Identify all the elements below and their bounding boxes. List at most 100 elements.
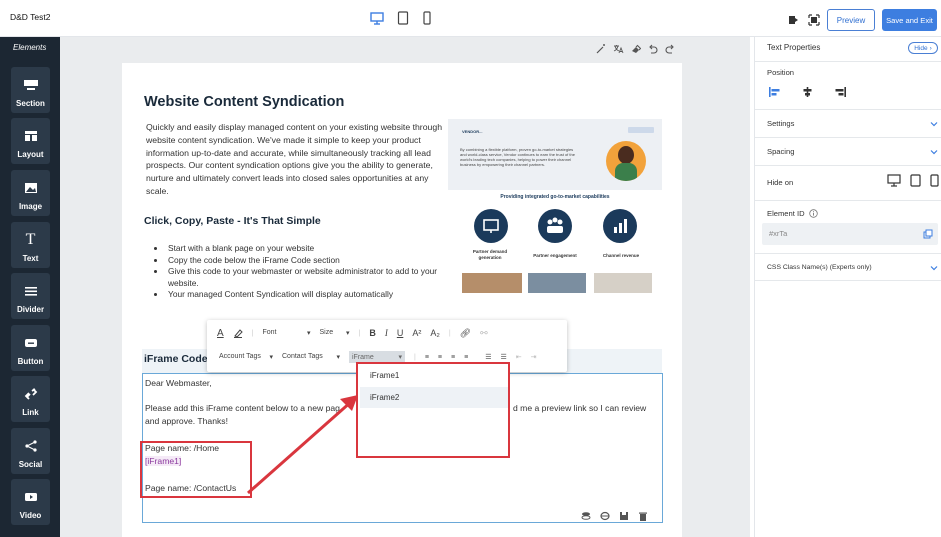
tablet-checkbox-icon[interactable] xyxy=(910,174,921,187)
chevron-down-icon xyxy=(930,150,938,155)
promo-image: VENDOR... By combining a flexible platfo… xyxy=(448,119,662,293)
link-icon xyxy=(23,387,39,401)
divider-icon xyxy=(23,284,39,298)
preview-button[interactable]: Preview xyxy=(827,9,875,31)
copy-icon[interactable] xyxy=(923,229,933,239)
info-icon[interactable] xyxy=(808,209,818,218)
chevron-down-icon: ▾ xyxy=(306,330,311,337)
demand-gen-icon xyxy=(474,209,508,243)
promo-person-photo xyxy=(606,141,646,181)
iframe-heading: iFrame Code xyxy=(144,353,208,365)
element-image-label: Image xyxy=(18,202,43,211)
indent-icon[interactable]: ⇥ xyxy=(531,353,537,361)
element-layout[interactable]: Layout xyxy=(11,118,50,164)
engagement-icon xyxy=(538,209,572,243)
unlink-icon[interactable]: ⚯ xyxy=(480,328,488,339)
document-title: D&D Test2 xyxy=(10,12,51,22)
divider xyxy=(755,200,941,201)
element-layout-label: Layout xyxy=(17,150,44,159)
dropdown-option-iframe2[interactable]: iFrame2 xyxy=(360,387,508,408)
promo-photo xyxy=(528,273,586,293)
element-section[interactable]: Section xyxy=(11,67,50,113)
list-item: Give this code to your webmaster or webs… xyxy=(166,266,446,289)
desktop-view-icon[interactable] xyxy=(370,11,384,25)
intro-paragraph: Quickly and easily display managed conte… xyxy=(146,122,443,196)
highlight-box xyxy=(140,441,252,498)
desktop-checkbox-icon[interactable] xyxy=(887,174,901,187)
italic-icon[interactable]: I xyxy=(385,328,388,338)
promo-photo xyxy=(594,273,652,293)
element-divider[interactable]: Divider xyxy=(11,273,50,319)
element-divider-label: Divider xyxy=(16,305,45,314)
font-color-icon[interactable]: A xyxy=(217,328,224,339)
eraser-icon[interactable] xyxy=(631,44,641,54)
superscript-icon[interactable]: A² xyxy=(412,328,421,338)
hide-panel-button[interactable]: Hide › xyxy=(908,42,938,54)
chevron-down-icon: ▾ xyxy=(398,354,402,361)
tablet-view-icon[interactable] xyxy=(396,11,410,25)
align-center-icon[interactable] xyxy=(802,87,813,97)
align-right-icon[interactable]: ≡ xyxy=(451,354,455,361)
element-link[interactable]: Link xyxy=(11,376,50,422)
spacing-label: Spacing xyxy=(767,147,795,156)
stack-icon[interactable] xyxy=(581,511,591,521)
element-image[interactable]: Image xyxy=(11,170,50,216)
account-tags-select[interactable]: Account Tags ▾ xyxy=(219,353,273,361)
element-id-row: Element ID xyxy=(767,209,818,218)
element-video-label: Video xyxy=(19,511,42,520)
css-class-label: CSS Class Name(s) (Experts only) xyxy=(767,264,872,271)
element-button[interactable]: Button xyxy=(11,325,50,371)
align-right-icon[interactable] xyxy=(835,87,846,97)
capability-label: Channel revenue xyxy=(602,253,640,258)
layers-icon[interactable] xyxy=(787,13,799,25)
css-class-section[interactable]: CSS Class Name(s) (Experts only) xyxy=(755,254,941,280)
bold-icon[interactable]: B xyxy=(369,328,376,338)
mobile-view-icon[interactable] xyxy=(420,11,434,25)
position-label: Position xyxy=(767,68,795,77)
toolbar-divider: | xyxy=(448,329,451,337)
element-text[interactable]: T Text xyxy=(11,222,50,268)
align-left-icon[interactable]: ≡ xyxy=(425,354,429,361)
align-left-icon[interactable] xyxy=(769,87,780,97)
revenue-chart-icon xyxy=(603,209,637,243)
highlight-icon[interactable] xyxy=(233,328,243,338)
divider xyxy=(755,165,941,166)
numbered-list-icon[interactable]: ☰ xyxy=(500,353,506,361)
size-select[interactable]: Size ▾ xyxy=(320,329,350,337)
save-and-exit-button[interactable]: Save and Exit xyxy=(882,9,937,31)
promo-cta xyxy=(628,127,654,133)
bulleted-list-icon[interactable]: ☰ xyxy=(485,353,491,361)
element-social[interactable]: Social xyxy=(11,428,50,474)
settings-section[interactable]: Settings xyxy=(755,110,941,137)
translate-icon[interactable] xyxy=(613,44,624,54)
outdent-icon[interactable]: ⇤ xyxy=(516,353,522,361)
element-id-field[interactable]: #xrTa xyxy=(762,223,938,245)
dropdown-option-iframe1[interactable]: iFrame1 xyxy=(360,365,508,386)
fullscreen-icon[interactable] xyxy=(808,13,820,26)
promo-photo xyxy=(462,273,522,293)
top-bar xyxy=(0,0,941,37)
spacing-section[interactable]: Spacing xyxy=(755,138,941,165)
canvas-actions xyxy=(596,43,676,55)
editor-greeting: Dear Webmaster, xyxy=(145,378,212,388)
save-block-icon[interactable] xyxy=(619,511,629,521)
toolbar-divider: | xyxy=(358,329,361,337)
link-icon[interactable]: 🔗︎ xyxy=(460,328,471,339)
list-item: Copy the code below the iFrame Code sect… xyxy=(166,255,446,267)
magic-wand-icon[interactable] xyxy=(596,44,606,54)
size-select-label: Size xyxy=(319,329,334,336)
toolbar-divider: | xyxy=(414,353,416,361)
video-icon xyxy=(23,490,39,504)
font-select[interactable]: Font ▾ xyxy=(263,329,311,337)
align-center-icon[interactable]: ≡ xyxy=(438,354,442,361)
mobile-checkbox-icon[interactable] xyxy=(930,174,939,187)
copy-icon[interactable] xyxy=(600,511,610,521)
align-justify-icon[interactable]: ≡ xyxy=(464,354,468,361)
undo-icon[interactable] xyxy=(648,44,658,54)
subscript-icon[interactable]: A₂ xyxy=(430,328,440,338)
redo-icon[interactable] xyxy=(665,44,675,54)
contact-tags-select[interactable]: Contact Tags ▾ xyxy=(282,353,340,361)
delete-icon[interactable] xyxy=(638,511,648,521)
underline-icon[interactable]: U xyxy=(397,328,404,338)
element-video[interactable]: Video xyxy=(11,479,50,525)
